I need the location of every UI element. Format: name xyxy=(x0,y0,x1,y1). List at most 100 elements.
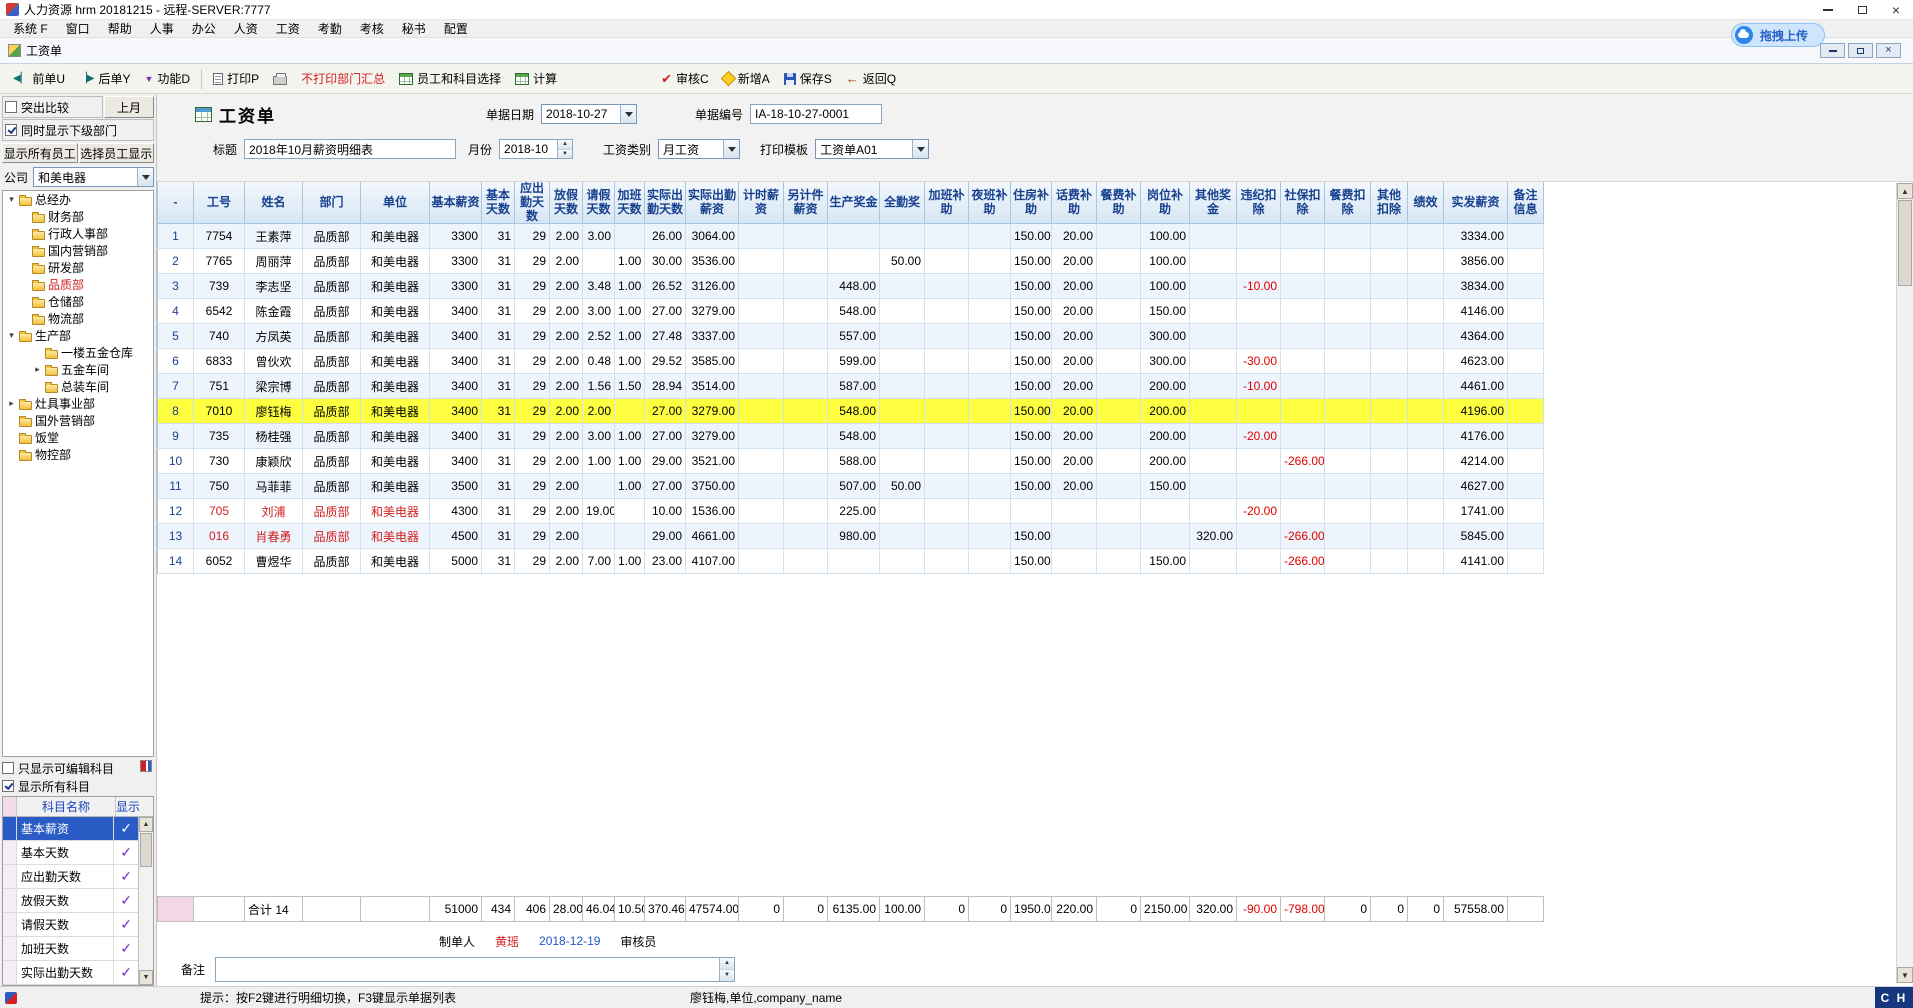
cell[interactable] xyxy=(1097,499,1141,524)
cell[interactable]: 和美电器 xyxy=(361,324,430,349)
cell[interactable]: 29 xyxy=(515,524,550,549)
menu-item[interactable]: 人事 xyxy=(141,20,183,37)
tree-expander-icon[interactable]: ▸ xyxy=(7,398,16,409)
column-header[interactable]: 违纪扣除 xyxy=(1237,182,1281,224)
cell[interactable] xyxy=(925,324,969,349)
tree-item[interactable]: ▾总经办 xyxy=(3,191,153,208)
cell[interactable]: 587.00 xyxy=(828,374,880,399)
cell[interactable] xyxy=(1508,449,1544,474)
cell[interactable]: 2.00 xyxy=(550,324,583,349)
editable-only-checkbox[interactable] xyxy=(2,762,14,774)
cell[interactable]: 和美电器 xyxy=(361,549,430,574)
cell[interactable] xyxy=(1371,224,1408,249)
cell[interactable] xyxy=(925,249,969,274)
payroll-row[interactable]: 10730康颖欣品质部和美电器340031292.001.001.0029.00… xyxy=(158,449,1544,474)
cell[interactable]: -20.00 xyxy=(1237,424,1281,449)
cell[interactable] xyxy=(1281,399,1325,424)
cell[interactable]: 29.00 xyxy=(645,449,686,474)
scroll-thumb[interactable] xyxy=(140,833,152,867)
cell[interactable] xyxy=(880,374,925,399)
cell[interactable] xyxy=(1237,449,1281,474)
cell[interactable]: 13 xyxy=(158,524,194,549)
cell[interactable]: 27.48 xyxy=(645,324,686,349)
cell[interactable]: 150.00 xyxy=(1141,474,1190,499)
cell[interactable] xyxy=(1052,499,1097,524)
cell[interactable] xyxy=(1508,399,1544,424)
cell[interactable]: 150.00 xyxy=(1011,399,1052,424)
subject-row[interactable]: 实际出勤天数✓ xyxy=(3,961,138,985)
column-header[interactable]: 加班补助 xyxy=(925,182,969,224)
doc-no-input[interactable]: IA-18-10-27-0001 xyxy=(750,104,882,124)
cell[interactable] xyxy=(1508,549,1544,574)
cell[interactable]: 3834.00 xyxy=(1444,274,1508,299)
cell[interactable] xyxy=(1508,249,1544,274)
cell[interactable]: 31 xyxy=(482,374,515,399)
cell[interactable] xyxy=(969,449,1011,474)
cell[interactable]: 2.00 xyxy=(550,374,583,399)
cell[interactable]: 29 xyxy=(515,449,550,474)
cell[interactable]: 1.50 xyxy=(615,374,645,399)
cell[interactable] xyxy=(1281,324,1325,349)
cell[interactable]: 20.00 xyxy=(1052,299,1097,324)
subject-row[interactable]: 放假天数✓ xyxy=(3,889,138,913)
cell[interactable]: 7.00 xyxy=(583,549,615,574)
ime-indicator[interactable]: C H xyxy=(1875,987,1913,1008)
cell[interactable]: 4461.00 xyxy=(1444,374,1508,399)
column-header[interactable]: 其他奖金 xyxy=(1190,182,1237,224)
cell[interactable]: 50.00 xyxy=(880,474,925,499)
cell[interactable]: 31 xyxy=(482,274,515,299)
cell[interactable]: 29 xyxy=(515,399,550,424)
cell[interactable]: 品质部 xyxy=(303,524,361,549)
cell[interactable]: 31 xyxy=(482,524,515,549)
cell[interactable] xyxy=(1371,449,1408,474)
column-header[interactable]: 计时薪资 xyxy=(739,182,784,224)
cell[interactable]: 016 xyxy=(194,524,245,549)
cell[interactable]: 肖春勇 xyxy=(245,524,303,549)
cell[interactable]: 31 xyxy=(482,549,515,574)
tree-expander-icon[interactable]: ▾ xyxy=(7,330,16,341)
company-select[interactable]: 和美电器 xyxy=(33,167,154,187)
column-header[interactable]: 夜班补助 xyxy=(969,182,1011,224)
tree-item[interactable]: 财务部 xyxy=(3,208,153,225)
show-sub-dept-row[interactable]: 同时显示下级部门 xyxy=(5,121,151,139)
cell[interactable]: 7010 xyxy=(194,399,245,424)
cell[interactable] xyxy=(1325,274,1371,299)
cell[interactable]: 2.00 xyxy=(550,349,583,374)
cell[interactable]: 3337.00 xyxy=(686,324,739,349)
column-header[interactable]: 基本薪资 xyxy=(430,182,482,224)
cell[interactable] xyxy=(1371,424,1408,449)
cell[interactable]: 3536.00 xyxy=(686,249,739,274)
cell[interactable]: 3 xyxy=(158,274,194,299)
menu-item[interactable]: 系统 F xyxy=(4,20,57,37)
menu-item[interactable]: 帮助 xyxy=(99,20,141,37)
column-header[interactable]: 绩效 xyxy=(1408,182,1444,224)
cell[interactable]: 31 xyxy=(482,349,515,374)
editable-only-row[interactable]: 只显示可编辑科目 xyxy=(2,759,154,777)
cell[interactable] xyxy=(969,399,1011,424)
cell[interactable]: 730 xyxy=(194,449,245,474)
cell[interactable]: 150.00 xyxy=(1011,524,1052,549)
tree-item[interactable]: 国外营销部 xyxy=(3,412,153,429)
cell[interactable] xyxy=(1237,549,1281,574)
cell[interactable] xyxy=(1097,549,1141,574)
column-header[interactable]: 部门 xyxy=(303,182,361,224)
cell[interactable] xyxy=(1371,249,1408,274)
cell[interactable]: 4107.00 xyxy=(686,549,739,574)
cell[interactable]: 150.00 xyxy=(1011,374,1052,399)
cell[interactable] xyxy=(1281,299,1325,324)
cell[interactable]: 3400 xyxy=(430,399,482,424)
cell[interactable]: -10.00 xyxy=(1237,274,1281,299)
cell[interactable]: 3400 xyxy=(430,349,482,374)
cell[interactable] xyxy=(1371,299,1408,324)
column-header[interactable]: 实际出勤薪资 xyxy=(686,182,739,224)
cell[interactable] xyxy=(925,524,969,549)
menu-item[interactable]: 工资 xyxy=(267,20,309,37)
scroll-up-icon[interactable]: ▲ xyxy=(139,817,153,832)
prev-record-button[interactable]: ◀▏前单U xyxy=(6,67,72,90)
payroll-row[interactable]: 66833曾伙欢品质部和美电器340031292.000.481.0029.52… xyxy=(158,349,1544,374)
cell[interactable]: 200.00 xyxy=(1141,424,1190,449)
cell[interactable] xyxy=(1190,449,1237,474)
cell[interactable]: 31 xyxy=(482,424,515,449)
cell[interactable] xyxy=(1408,299,1444,324)
cell[interactable] xyxy=(784,424,828,449)
